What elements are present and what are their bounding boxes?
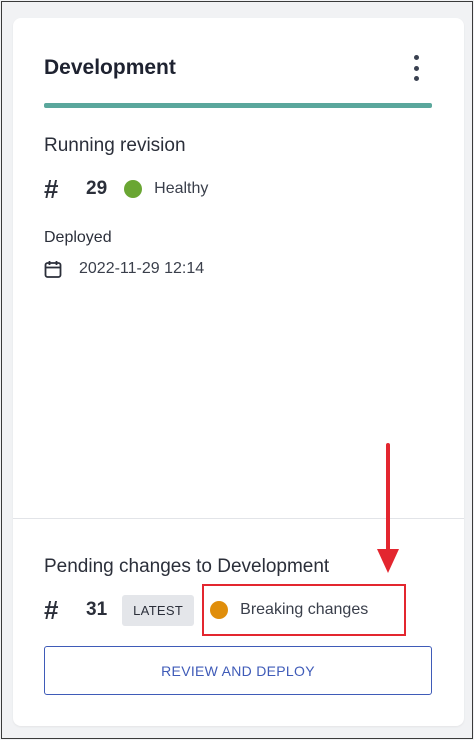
kebab-dot xyxy=(413,76,419,81)
running-revision-status: Healthy xyxy=(154,180,209,197)
annotation-highlight-box xyxy=(202,584,406,636)
hash-icon: # xyxy=(44,174,59,204)
calendar-icon xyxy=(44,260,62,279)
healthy-status-dot xyxy=(124,180,143,198)
review-and-deploy-button[interactable]: REVIEW AND DEPLOY xyxy=(44,646,432,695)
running-revision-title: Running revision xyxy=(44,135,186,156)
pending-revision-number: 31 xyxy=(86,599,108,620)
more-vertical-icon[interactable] xyxy=(406,55,426,81)
accent-bar xyxy=(44,103,432,108)
kebab-dot xyxy=(413,65,419,71)
latest-badge: LATEST xyxy=(122,594,195,626)
annotation-arrow-icon xyxy=(373,443,403,580)
card-title: Development xyxy=(44,56,176,79)
running-revision-number: 29 xyxy=(86,178,108,199)
running-revision-row: # 29 Healthy xyxy=(44,174,208,204)
screenshot-frame: Development Running revision # 29 Health… xyxy=(1,1,473,739)
kebab-dot xyxy=(413,55,419,60)
deployed-date-row: 2022-11-29 12:14 xyxy=(44,258,204,280)
pending-changes-title: Pending changes to Development xyxy=(44,556,330,577)
environment-card: Development Running revision # 29 Health… xyxy=(13,18,464,726)
hash-icon: # xyxy=(44,595,59,625)
deployed-label: Deployed xyxy=(44,229,112,246)
card-header: Development xyxy=(13,18,464,110)
deployed-date: 2022-11-29 12:14 xyxy=(79,260,205,277)
